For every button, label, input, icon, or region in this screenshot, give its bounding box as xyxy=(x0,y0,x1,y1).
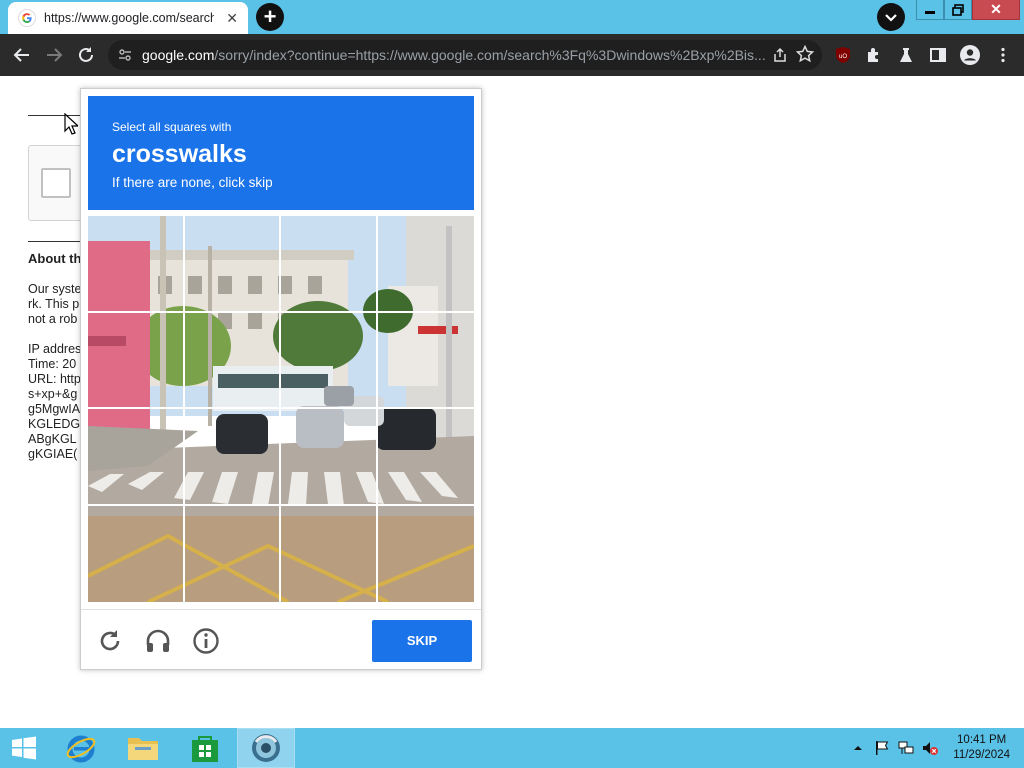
challenge-instruction: Select all squares with xyxy=(112,120,232,134)
challenge-tile[interactable] xyxy=(185,505,281,602)
body-text-line: g5MgwIA xyxy=(28,402,81,416)
address-bar[interactable]: google.com/sorry/index?continue=https://… xyxy=(108,40,822,70)
challenge-tile[interactable] xyxy=(88,505,185,602)
side-panel-icon[interactable] xyxy=(929,46,947,64)
challenge-image-grid xyxy=(88,216,474,602)
ublock-origin-icon[interactable]: uO xyxy=(834,46,852,64)
body-text-line: KGLEDG xyxy=(28,417,81,431)
recaptcha-challenge-dialog: Select all squares with crosswalks If th… xyxy=(80,88,482,670)
challenge-tile[interactable] xyxy=(184,312,281,409)
svg-text:uO: uO xyxy=(839,54,847,60)
challenge-tile[interactable] xyxy=(88,409,185,506)
body-text-line: rk. This p xyxy=(28,297,80,311)
folder-icon xyxy=(128,738,158,760)
system-clock[interactable]: 10:41 PM 11/29/2024 xyxy=(953,733,1010,763)
challenge-tile[interactable] xyxy=(377,409,474,506)
action-center-flag-icon[interactable] xyxy=(874,740,890,756)
clock-time: 10:41 PM xyxy=(957,734,1007,746)
body-text-line: IP addres xyxy=(28,342,82,356)
network-icon[interactable] xyxy=(898,740,914,756)
store-bag-icon xyxy=(192,736,218,762)
menu-kebab-icon[interactable] xyxy=(994,46,1012,64)
new-tab-button[interactable]: + xyxy=(256,3,284,31)
restore-icon xyxy=(952,3,964,16)
mouse-cursor-icon xyxy=(64,113,78,135)
challenge-tile[interactable] xyxy=(281,505,378,602)
skip-button[interactable]: SKIP xyxy=(372,620,472,662)
body-text-line: ABgKGL xyxy=(28,432,77,446)
body-text-line: URL: http xyxy=(28,372,81,386)
browser-tab[interactable]: https://www.google.com/search ✕ xyxy=(8,2,248,34)
info-icon[interactable] xyxy=(192,627,220,655)
tab-close-icon[interactable]: ✕ xyxy=(226,10,238,27)
taskbar-internet-explorer[interactable] xyxy=(52,728,110,768)
challenge-tile[interactable] xyxy=(377,216,474,313)
chevron-down-icon xyxy=(885,14,897,22)
minimize-icon xyxy=(925,10,935,14)
challenge-tile[interactable] xyxy=(88,216,185,313)
body-text-line: not a rob xyxy=(28,312,78,326)
recaptcha-checkbox[interactable] xyxy=(41,168,71,198)
bookmark-star-icon[interactable] xyxy=(796,45,814,63)
profile-avatar-icon[interactable] xyxy=(959,44,981,66)
tab-title: https://www.google.com/search xyxy=(44,11,214,25)
taskbar-chrome[interactable] xyxy=(237,728,295,768)
divider xyxy=(28,241,80,242)
site-info-icon[interactable] xyxy=(118,48,132,62)
challenge-tile[interactable] xyxy=(281,216,378,313)
forward-arrow-icon[interactable] xyxy=(43,44,65,66)
body-text-line: Our syste xyxy=(28,282,82,296)
about-heading: About th xyxy=(28,251,82,266)
reload-icon[interactable] xyxy=(75,44,97,66)
start-button[interactable] xyxy=(0,728,48,768)
body-text-line: gKGIAE( xyxy=(28,447,78,461)
share-icon[interactable] xyxy=(772,47,788,63)
challenge-footer: SKIP xyxy=(81,609,481,670)
url-text: google.com/sorry/index?continue=https://… xyxy=(142,47,772,63)
browser-globe-icon xyxy=(252,734,280,762)
challenge-tile[interactable] xyxy=(184,409,281,506)
url-host: google.com xyxy=(142,47,215,63)
browser-toolbar: google.com/sorry/index?continue=https://… xyxy=(0,34,1024,76)
close-window-button[interactable]: ✕ xyxy=(972,0,1020,20)
challenge-tile[interactable] xyxy=(88,312,185,409)
body-text-line: Time: 20 xyxy=(28,357,77,371)
windows-logo-icon xyxy=(12,736,36,760)
challenge-tile[interactable] xyxy=(184,216,281,313)
challenge-tile[interactable] xyxy=(377,313,474,409)
challenge-tile[interactable] xyxy=(281,409,378,506)
volume-muted-icon[interactable] xyxy=(922,740,938,756)
back-arrow-icon[interactable] xyxy=(11,44,33,66)
body-text-line: s+xp+&g xyxy=(28,387,78,401)
google-favicon-icon xyxy=(18,9,36,27)
url-path: /sorry/index?continue=https://www.google… xyxy=(214,47,766,63)
show-hidden-icons-icon[interactable] xyxy=(850,740,866,756)
window-titlebar: https://www.google.com/search ✕ + ✕ xyxy=(0,0,1024,34)
challenge-header: Select all squares with crosswalks If th… xyxy=(88,96,474,210)
reload-challenge-icon[interactable] xyxy=(96,627,124,655)
extensions-puzzle-icon[interactable] xyxy=(865,46,883,64)
audio-challenge-headphones-icon[interactable] xyxy=(144,627,172,655)
restore-button[interactable] xyxy=(944,0,972,20)
challenge-target: crosswalks xyxy=(112,140,247,168)
tab-search-button[interactable] xyxy=(877,3,905,31)
clock-date: 11/29/2024 xyxy=(953,749,1010,761)
lab-flask-icon[interactable] xyxy=(897,46,915,64)
window-controls: ✕ xyxy=(916,0,1020,20)
challenge-tile[interactable] xyxy=(281,312,378,409)
challenge-hint: If there are none, click skip xyxy=(112,175,273,190)
windows-taskbar: 10:41 PM 11/29/2024 xyxy=(0,728,1024,768)
internet-explorer-icon xyxy=(66,735,96,763)
challenge-tile[interactable] xyxy=(378,506,475,603)
tile-grid xyxy=(88,216,474,602)
minimize-button[interactable] xyxy=(916,0,944,20)
taskbar-store[interactable] xyxy=(176,728,234,768)
taskbar-file-explorer[interactable] xyxy=(114,728,172,768)
